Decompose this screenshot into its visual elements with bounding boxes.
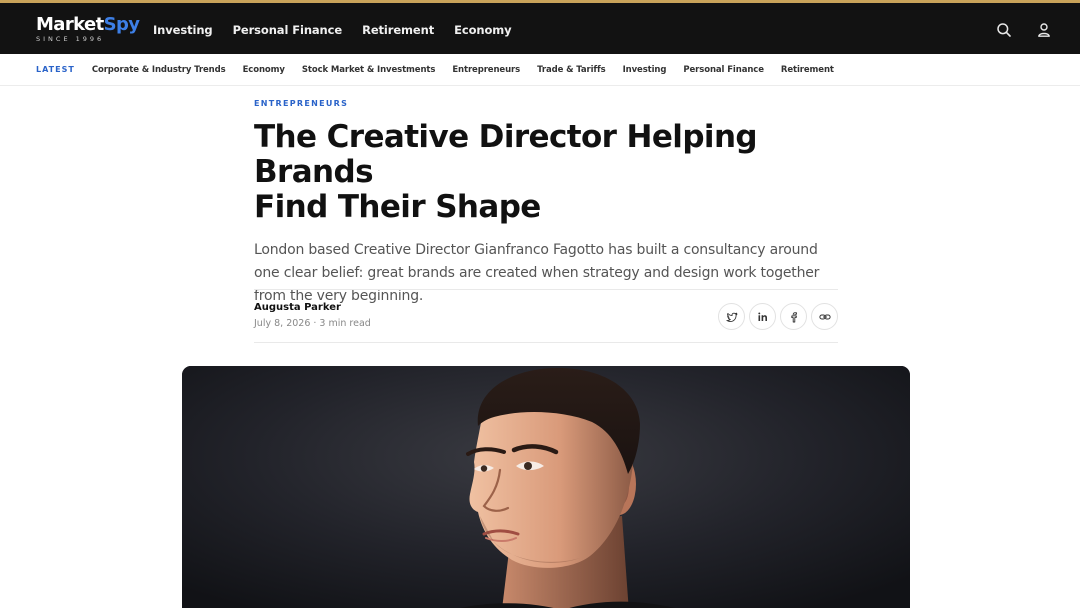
subnav-latest[interactable]: LATEST bbox=[36, 65, 75, 74]
logo-tagline: SINCE 1996 bbox=[36, 35, 105, 43]
subnav-retirement[interactable]: Retirement bbox=[781, 65, 834, 75]
secondary-nav: LATEST Corporate & Industry Trends Econo… bbox=[0, 54, 1080, 86]
article-header: ENTREPRENEURS The Creative Director Help… bbox=[254, 98, 838, 308]
site-logo[interactable]: MarketSpy SINCE 1996 bbox=[36, 14, 140, 45]
link-icon[interactable] bbox=[811, 303, 838, 330]
byline-bar: Augusta Parker July 8, 2026 · 3 min read bbox=[254, 289, 838, 343]
subnav-entrepreneurs[interactable]: Entrepreneurs bbox=[452, 65, 520, 75]
subnav-personal-finance[interactable]: Personal Finance bbox=[683, 65, 764, 75]
top-navigation-bar: MarketSpy SINCE 1996 Investing Personal … bbox=[0, 0, 1080, 54]
logo-text-market: Market bbox=[36, 14, 104, 35]
portrait-illustration bbox=[182, 366, 910, 608]
subnav-stock-market-investments[interactable]: Stock Market & Investments bbox=[302, 65, 436, 75]
linkedin-icon[interactable] bbox=[749, 303, 776, 330]
headline-line-1: The Creative Director Helping Brands bbox=[254, 119, 758, 190]
header-actions bbox=[996, 22, 1052, 38]
main-nav-investing[interactable]: Investing bbox=[153, 23, 213, 37]
main-nav-personal-finance[interactable]: Personal Finance bbox=[233, 23, 343, 37]
subnav-corporate-industry-trends[interactable]: Corporate & Industry Trends bbox=[92, 65, 226, 75]
search-icon[interactable] bbox=[996, 22, 1012, 38]
author-name[interactable]: Augusta Parker bbox=[254, 302, 341, 313]
article-category[interactable]: ENTREPRENEURS bbox=[254, 98, 838, 110]
twitter-icon[interactable] bbox=[718, 303, 745, 330]
facebook-icon[interactable] bbox=[780, 303, 807, 330]
main-nav-economy[interactable]: Economy bbox=[454, 23, 512, 37]
user-icon[interactable] bbox=[1036, 22, 1052, 38]
share-buttons bbox=[718, 303, 838, 330]
publish-meta: July 8, 2026 · 3 min read bbox=[254, 318, 371, 329]
main-nav: Investing Personal Finance Retirement Ec… bbox=[153, 3, 512, 57]
subnav-economy[interactable]: Economy bbox=[243, 65, 285, 75]
subnav-trade-tariffs[interactable]: Trade & Tariffs bbox=[537, 65, 606, 75]
main-nav-retirement[interactable]: Retirement bbox=[362, 23, 434, 37]
logo-text-spy: Spy bbox=[103, 14, 140, 35]
headline-line-2: Find Their Shape bbox=[254, 189, 541, 225]
subnav-investing[interactable]: Investing bbox=[623, 65, 667, 75]
hero-image bbox=[182, 366, 910, 608]
article-headline: The Creative Director Helping Brands Fin… bbox=[254, 120, 838, 225]
